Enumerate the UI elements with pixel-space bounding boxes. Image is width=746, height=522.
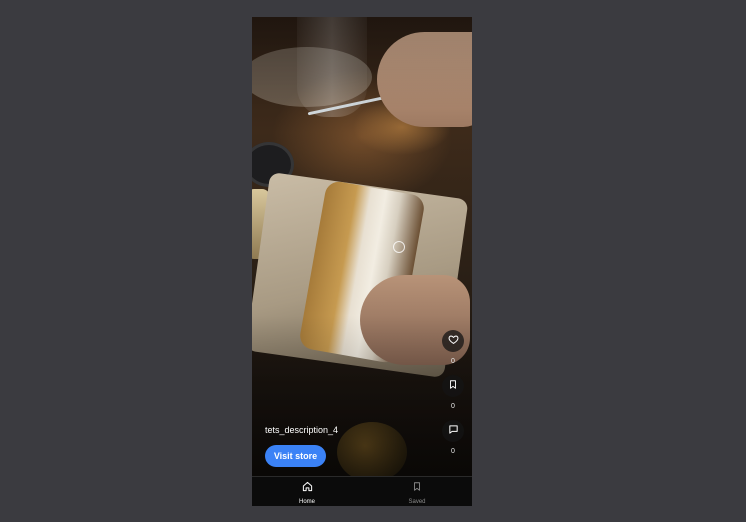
save-action: 0: [442, 375, 464, 410]
home-icon: [302, 479, 313, 497]
like-button[interactable]: [442, 330, 464, 352]
bottom-navigation: Home Saved: [252, 476, 472, 506]
nav-label-home: Home: [298, 499, 315, 505]
like-count: 0: [451, 358, 455, 365]
nav-label-saved: Saved: [408, 499, 426, 505]
bookmark-icon: [412, 479, 422, 497]
visit-store-button[interactable]: Visit store: [265, 445, 326, 467]
save-count: 0: [451, 403, 455, 410]
video-player[interactable]: [252, 17, 472, 476]
comment-count: 0: [451, 448, 455, 455]
playback-indicator: [393, 241, 405, 253]
nav-item-saved[interactable]: Saved: [362, 477, 472, 506]
post-description: tets_description_4: [265, 425, 339, 435]
nav-item-home[interactable]: Home: [252, 477, 362, 506]
video-vignette: [252, 17, 472, 476]
heart-icon: [448, 332, 459, 350]
comment-icon: [448, 422, 459, 440]
bookmark-icon: [448, 377, 458, 395]
action-rail: 0 0 0: [442, 330, 464, 465]
like-action: 0: [442, 330, 464, 365]
save-button[interactable]: [442, 375, 464, 397]
comment-action: 0: [442, 420, 464, 455]
comment-button[interactable]: [442, 420, 464, 442]
phone-frame: 0 0 0 tets_description_4 Visit store Hom…: [252, 17, 472, 506]
